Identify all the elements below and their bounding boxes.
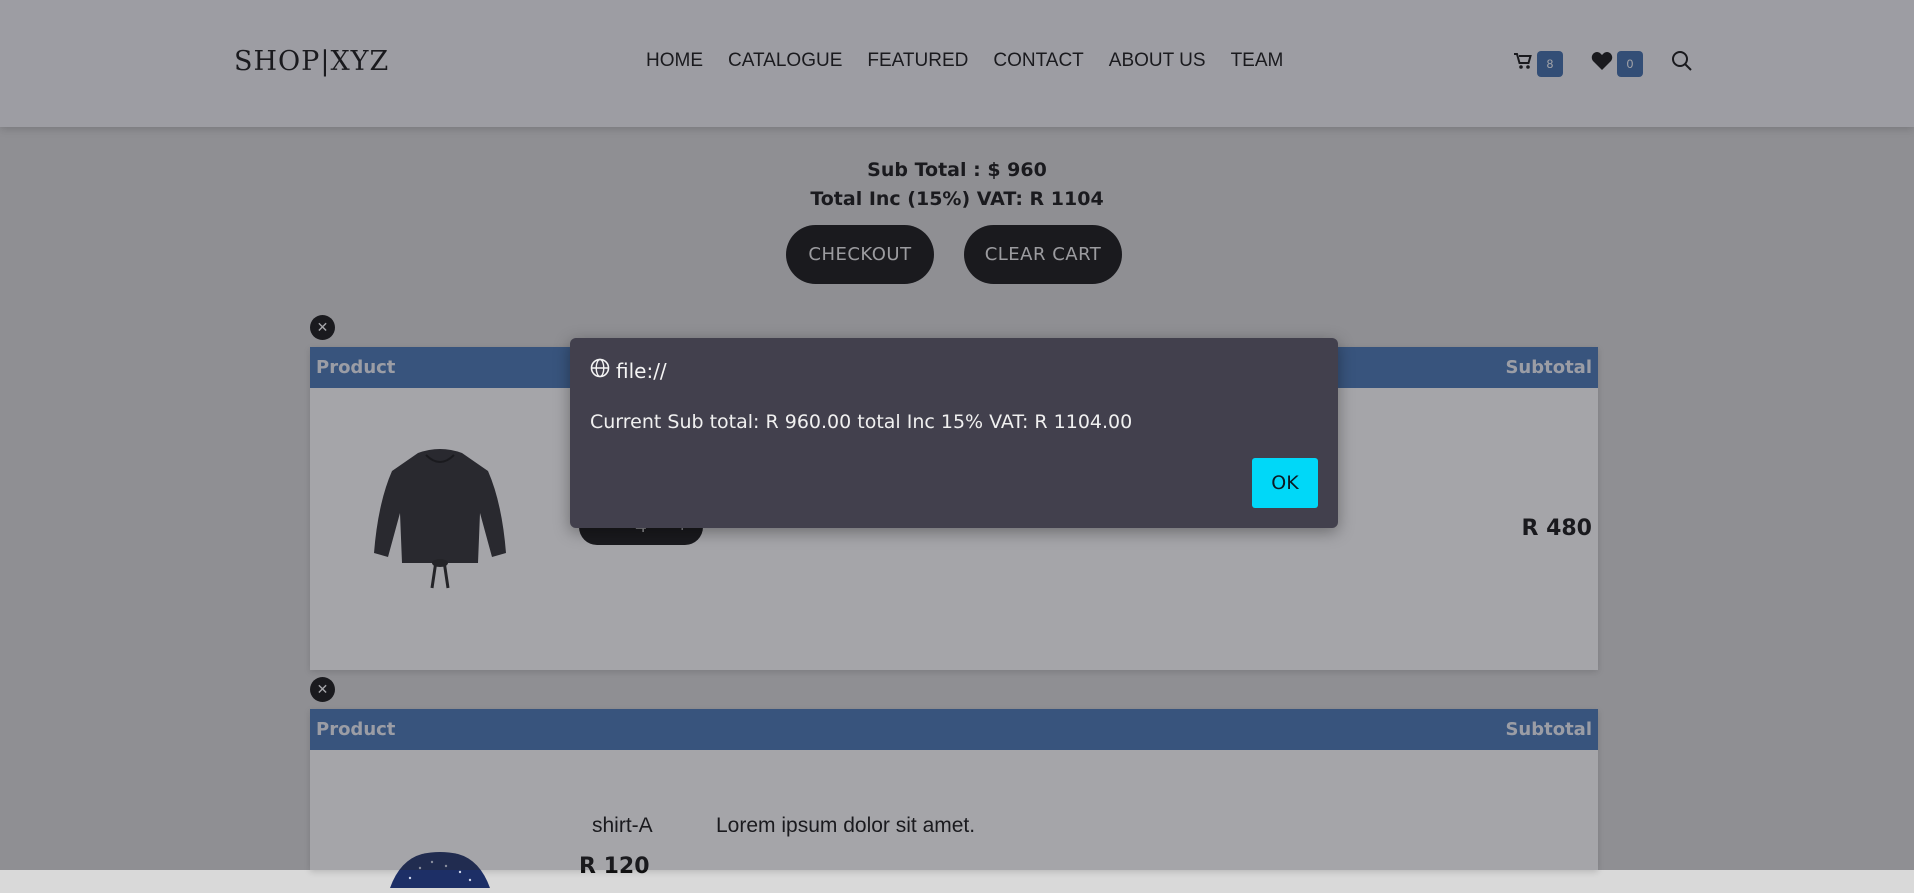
globe-icon (590, 358, 610, 383)
dialog-origin: file:// (616, 358, 667, 383)
dialog-title: file:// (590, 358, 667, 383)
alert-dialog: file:// Current Sub total: R 960.00 tota… (570, 338, 1338, 528)
dialog-message: Current Sub total: R 960.00 total Inc 15… (590, 411, 1133, 433)
ok-button[interactable]: OK (1252, 458, 1318, 508)
